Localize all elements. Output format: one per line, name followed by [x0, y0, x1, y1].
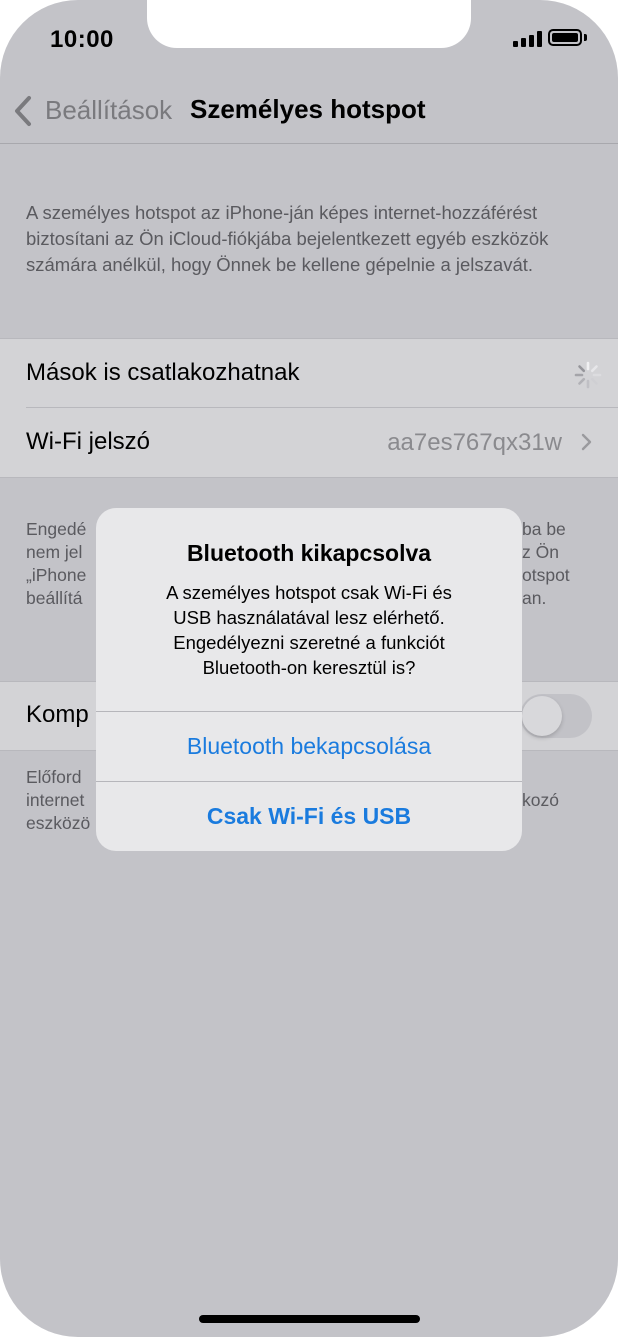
battery-tip: [584, 34, 587, 41]
turn-on-bluetooth-button[interactable]: Bluetooth bekapcsolása: [96, 712, 522, 781]
phone-screen: 10:00 Beállítások Személyes hotspot A sz…: [0, 0, 618, 1337]
wifi-password-row[interactable]: Wi-Fi jelszó aa7es767qx31w: [0, 408, 618, 477]
alert-message-line: A személyes hotspot csak Wi-Fi és: [166, 582, 452, 603]
settings-group: Mások is csatlakozhatnak Wi-Fi jelszó aa…: [0, 338, 618, 478]
alert-message-line: Engedélyezni szeretné a funkciót: [173, 632, 445, 653]
toggle-knob: [522, 696, 562, 736]
compatibility-footer-right: kozó: [522, 790, 559, 810]
alert-message-line: Bluetooth-on keresztül is?: [202, 657, 416, 678]
status-bar: 10:00: [0, 0, 618, 88]
activity-spinner-icon: [574, 361, 602, 389]
wifi-password-label: Wi-Fi jelszó: [26, 428, 150, 455]
allow-others-row[interactable]: Mások is csatlakozhatnak: [0, 339, 618, 408]
nav-divider: [0, 143, 618, 144]
compatibility-label: Komp: [26, 701, 89, 728]
hotspot-description: A személyes hotspot az iPhone-ján képes …: [26, 202, 549, 275]
battery-icon: [548, 29, 582, 46]
text-line: otspot: [522, 565, 570, 585]
page-title: Személyes hotspot: [190, 94, 426, 124]
chevron-right-icon: [581, 433, 592, 451]
chevron-left-icon[interactable]: [12, 95, 34, 127]
allow-others-label: Mások is csatlakozhatnak: [26, 359, 300, 386]
text-line: ba be: [522, 519, 566, 539]
notch: [147, 0, 471, 48]
compatibility-toggle[interactable]: [520, 694, 592, 738]
alert-message-line: USB használatával lesz elérhető.: [173, 607, 445, 628]
status-time: 10:00: [50, 26, 114, 53]
bluetooth-alert: Bluetooth kikapcsolva A személyes hotspo…: [96, 508, 522, 851]
text-line: an.: [522, 588, 547, 608]
alert-message: A személyes hotspot csak Wi-Fi és USB ha…: [126, 580, 492, 680]
text-line: z Ön: [522, 542, 559, 562]
wifi-usb-only-button[interactable]: Csak Wi-Fi és USB: [96, 782, 522, 851]
home-indicator[interactable]: [199, 1315, 420, 1323]
navigation-bar: Beállítások Személyes hotspot: [0, 78, 618, 144]
back-button[interactable]: Beállítások: [45, 95, 172, 126]
family-sharing-text-right: ba be z Ön otspot an.: [522, 518, 592, 610]
alert-title: Bluetooth kikapcsolva: [186, 540, 432, 566]
cellular-signal-icon: [513, 31, 543, 47]
wifi-password-value: aa7es767qx31w: [387, 429, 562, 456]
